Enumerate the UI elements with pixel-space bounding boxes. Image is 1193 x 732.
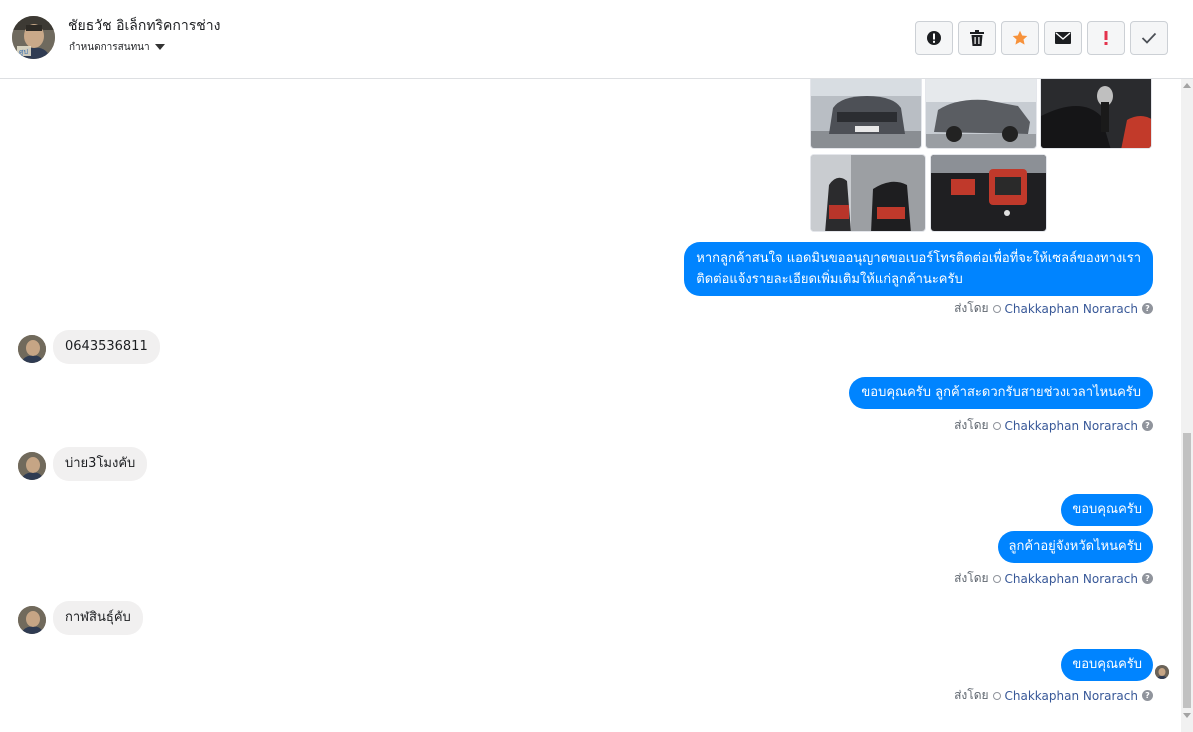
assign-conversation-dropdown[interactable]: กำหนดการสนทนา (69, 40, 165, 55)
svg-text:ศูป: ศูป (19, 48, 28, 56)
shared-photo[interactable] (1040, 79, 1152, 149)
alert-circle-icon (927, 31, 941, 45)
sent-by-label: ส่งโดย Chakkaphan Norarach ? (954, 686, 1153, 705)
mark-unread-button[interactable] (1044, 21, 1082, 55)
star-icon (1012, 30, 1028, 45)
sender-name[interactable]: Chakkaphan Norarach (1005, 689, 1138, 703)
sent-by-label: ส่งโดย Chakkaphan Norarach ? (954, 569, 1153, 588)
check-icon (1141, 32, 1157, 44)
shared-photo[interactable] (810, 79, 922, 149)
outgoing-message[interactable]: ขอบคุณครับ ลูกค้าสะดวกรับสายช่วงเวลาไหนค… (849, 377, 1153, 409)
sent-by-prefix: ส่งโดย (954, 571, 989, 585)
customer-avatar[interactable] (18, 335, 46, 363)
sent-by-prefix: ส่งโดย (954, 301, 989, 315)
sender-icon (992, 304, 1001, 313)
sender-icon (992, 691, 1001, 700)
shared-photo[interactable] (930, 154, 1047, 232)
mark-done-button[interactable] (1130, 21, 1168, 55)
contact-name: ชัยธวัช อิเล็กทริคการช่าง (68, 18, 221, 34)
incoming-message[interactable]: บ่าย3โมงคับ (53, 447, 148, 481)
sender-icon (992, 574, 1001, 583)
assign-conversation-label: กำหนดการสนทนา (69, 42, 150, 53)
sender-icon (992, 421, 1001, 430)
exclamation-icon (1104, 31, 1108, 45)
mark-spam-button[interactable] (915, 21, 953, 55)
delete-button[interactable] (958, 21, 996, 55)
seen-indicator-avatar (1155, 665, 1169, 679)
message-thread[interactable]: หากลูกค้าสนใจ แอดมินขออนุญาตขอเบอร์โทรติ… (0, 79, 1181, 732)
envelope-icon (1055, 32, 1071, 44)
sent-by-prefix: ส่งโดย (954, 418, 989, 432)
chevron-down-icon (154, 44, 165, 50)
customer-avatar[interactable] (18, 452, 46, 480)
outgoing-message[interactable]: ลูกค้าอยู่จังหวัดไหนครับ (997, 531, 1153, 563)
sent-by-label: ส่งโดย Chakkaphan Norarach ? (954, 416, 1153, 435)
incoming-message[interactable]: กาฬสินธุ์คับ (53, 601, 143, 635)
help-icon[interactable]: ? (1142, 690, 1153, 701)
thread-scrollbar[interactable] (1181, 79, 1193, 732)
trash-icon (970, 30, 984, 46)
sender-name[interactable]: Chakkaphan Norarach (1005, 302, 1138, 316)
incoming-message[interactable]: 0643536811 (53, 330, 160, 364)
header-actions (915, 21, 1168, 55)
help-icon[interactable]: ? (1142, 303, 1153, 314)
scroll-up-arrow-icon[interactable] (1183, 83, 1191, 88)
sent-by-prefix: ส่งโดย (954, 688, 989, 702)
customer-avatar[interactable] (18, 606, 46, 634)
sent-by-label: ส่งโดย Chakkaphan Norarach ? (954, 299, 1153, 318)
outgoing-message[interactable]: หากลูกค้าสนใจ แอดมินขออนุญาตขอเบอร์โทรติ… (684, 242, 1153, 296)
contact-avatar[interactable]: ศูป (12, 16, 55, 59)
help-icon[interactable]: ? (1142, 573, 1153, 584)
conversation-header: ศูป ชัยธวัช อิเล็กทริคการช่าง กำหนดการสน… (0, 0, 1193, 79)
follow-up-button[interactable] (1087, 21, 1125, 55)
shared-photo[interactable] (810, 154, 926, 232)
help-icon[interactable]: ? (1142, 420, 1153, 431)
star-button[interactable] (1001, 21, 1039, 55)
scrollbar-thumb[interactable] (1183, 433, 1191, 708)
message-text-line: หากลูกค้าสนใจ แอดมินขออนุญาตขอเบอร์โทรติ… (696, 251, 1141, 266)
outgoing-message[interactable]: ขอบคุณครับ (1061, 494, 1153, 526)
scroll-down-arrow-icon[interactable] (1183, 713, 1191, 718)
message-text-line: ติดต่อแจ้งรายละเอียดเพิ่มเติมให้แก่ลูกค้… (696, 272, 963, 287)
sender-name[interactable]: Chakkaphan Norarach (1005, 419, 1138, 433)
outgoing-message[interactable]: ขอบคุณครับ (1061, 649, 1153, 681)
sender-name[interactable]: Chakkaphan Norarach (1005, 572, 1138, 586)
shared-photo[interactable] (925, 79, 1037, 149)
